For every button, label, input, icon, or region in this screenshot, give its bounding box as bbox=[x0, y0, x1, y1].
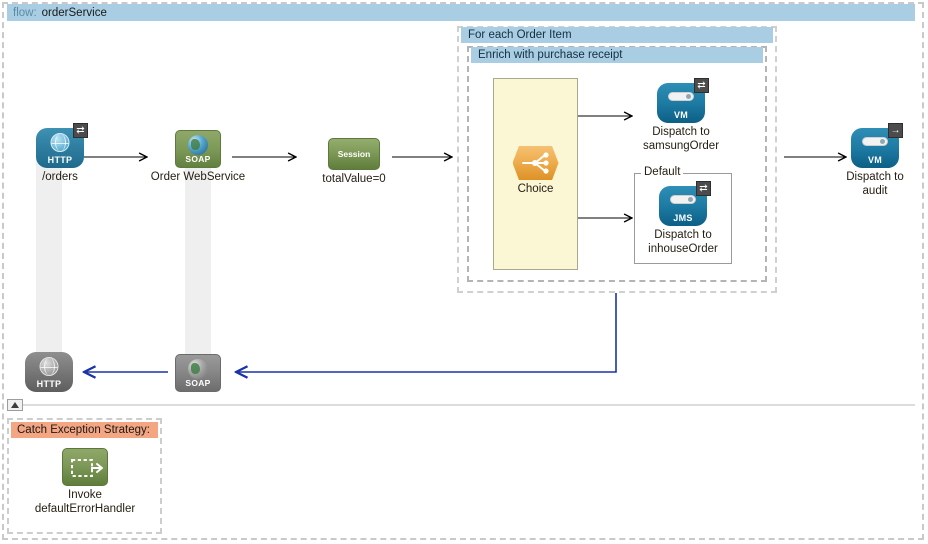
node-label: Dispatch to inhouseOrder bbox=[637, 229, 729, 256]
default-branch-label: Default bbox=[641, 166, 683, 178]
scope-foreach-header[interactable]: For each Order Item bbox=[461, 27, 773, 43]
node-label: /orders bbox=[22, 171, 98, 185]
vm-glyph-icon bbox=[862, 137, 888, 146]
vm-endpoint-icon: VM ⇄ bbox=[657, 83, 705, 123]
node-soap-response[interactable]: SOAP bbox=[175, 354, 221, 392]
session-icon-text: Session bbox=[329, 149, 379, 159]
panel-splitter bbox=[7, 404, 915, 406]
http-icon-text: HTTP bbox=[36, 155, 84, 165]
node-label: Order WebService bbox=[135, 171, 261, 185]
node-session-variable[interactable]: Session totalValue=0 bbox=[300, 138, 408, 187]
node-label: Invoke defaultErrorHandler bbox=[20, 489, 150, 516]
node-http-inbound[interactable]: HTTP ⇄ /orders bbox=[22, 128, 98, 185]
flow-name: orderService bbox=[42, 7, 107, 19]
globe-icon bbox=[51, 133, 70, 152]
globe-icon bbox=[188, 135, 208, 155]
vm-icon-text: VM bbox=[657, 110, 705, 120]
lifeline-soap bbox=[185, 152, 211, 370]
scope-foreach-title: For each Order Item bbox=[468, 29, 572, 41]
flow-ref-icon bbox=[62, 448, 108, 486]
vm-glyph-icon bbox=[668, 92, 694, 101]
node-choice-router[interactable]: Choice bbox=[493, 146, 578, 197]
node-label: Dispatch to samsungOrder bbox=[635, 126, 727, 153]
node-label: totalValue=0 bbox=[300, 173, 408, 187]
http-endpoint-icon: HTTP ⇄ bbox=[36, 128, 84, 168]
scope-enrich-title: Enrich with purchase receipt bbox=[478, 49, 622, 61]
node-label: Choice bbox=[493, 183, 578, 197]
vm-endpoint-icon: VM → bbox=[851, 128, 899, 168]
scope-enrich-header[interactable]: Enrich with purchase receipt bbox=[471, 47, 763, 63]
http-endpoint-icon: HTTP bbox=[25, 352, 73, 392]
caret-up-icon bbox=[11, 402, 19, 408]
collapse-toggle-button[interactable] bbox=[7, 399, 23, 411]
request-response-badge-icon: ⇄ bbox=[73, 123, 88, 138]
node-label: Dispatch to audit bbox=[829, 171, 921, 198]
soap-component-icon: SOAP bbox=[175, 354, 221, 392]
http-icon-text: HTTP bbox=[25, 379, 73, 389]
lifeline-http bbox=[36, 155, 62, 370]
node-soap-webservice[interactable]: SOAP Order WebService bbox=[135, 130, 261, 185]
node-vm-audit[interactable]: VM → Dispatch to audit bbox=[829, 128, 921, 198]
soap-component-icon: SOAP bbox=[175, 130, 221, 168]
node-vm-samsung-order[interactable]: VM ⇄ Dispatch to samsungOrder bbox=[635, 83, 727, 153]
jms-glyph-icon bbox=[670, 195, 696, 204]
jms-icon-text: JMS bbox=[659, 213, 707, 223]
soap-icon-text: SOAP bbox=[176, 378, 220, 388]
choice-router-icon bbox=[513, 146, 559, 180]
flow-title-bar[interactable]: flow: orderService bbox=[7, 4, 915, 21]
exception-strategy-header[interactable]: Catch Exception Strategy: bbox=[11, 422, 158, 438]
request-response-badge-icon: ⇄ bbox=[694, 78, 709, 93]
soap-icon-text: SOAP bbox=[176, 154, 220, 164]
session-variable-icon: Session bbox=[328, 138, 380, 170]
flow-keyword: flow: bbox=[13, 7, 37, 19]
jms-endpoint-icon: JMS ⇄ bbox=[659, 186, 707, 226]
flow-editor-canvas: flow: orderService bbox=[0, 0, 928, 544]
vm-icon-text: VM bbox=[851, 155, 899, 165]
one-way-badge-icon: → bbox=[888, 123, 903, 138]
node-jms-inhouse-order[interactable]: JMS ⇄ Dispatch to inhouseOrder bbox=[637, 186, 729, 256]
globe-icon bbox=[40, 357, 59, 376]
request-response-badge-icon: ⇄ bbox=[696, 181, 711, 196]
node-http-response[interactable]: HTTP bbox=[25, 352, 73, 392]
exception-strategy-title: Catch Exception Strategy: bbox=[17, 424, 150, 436]
node-invoke-default-error-handler[interactable]: Invoke defaultErrorHandler bbox=[20, 448, 150, 516]
globe-icon bbox=[188, 359, 208, 379]
